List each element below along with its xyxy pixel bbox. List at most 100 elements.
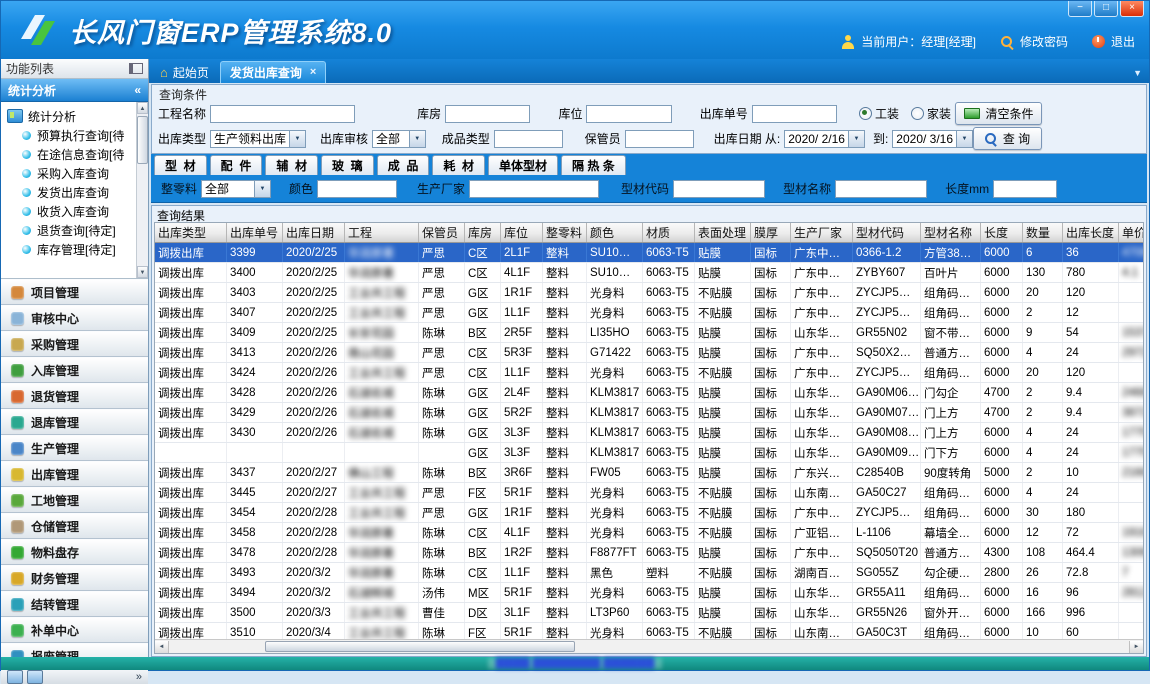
column-header[interactable]: 整零料 — [543, 223, 587, 242]
horizontal-scrollbar[interactable]: ◄ ► — [155, 639, 1143, 653]
material-tab[interactable]: 单体型材 — [488, 155, 558, 175]
search-button[interactable]: 查 询 — [973, 127, 1042, 150]
warehouse-input[interactable] — [445, 105, 530, 123]
table-row[interactable]: 调拨出库34542020/2/28工业共工程严思G区1R1F整料光身料6063-… — [155, 503, 1143, 523]
sidebar-tree-item[interactable]: 收货入库查询 — [7, 202, 134, 221]
gongzhuang-radio[interactable] — [859, 107, 872, 120]
pin-icon[interactable] — [129, 63, 143, 74]
sidebar-tree-item[interactable]: 库存管理[待定] — [7, 240, 134, 259]
sidebar-tree-item[interactable]: 发货出库查询 — [7, 183, 134, 202]
column-header[interactable]: 出库日期 — [283, 223, 345, 242]
table-row[interactable]: 调拨出库34242020/2/26工业共工程严思C区1L1F整料光身料6063-… — [155, 363, 1143, 383]
close-button[interactable]: × — [1120, 1, 1144, 17]
column-header[interactable]: 保管员 — [419, 223, 465, 242]
maximize-button[interactable]: □ — [1094, 1, 1118, 17]
scroll-up-icon[interactable]: ▲ — [137, 102, 148, 114]
table-row[interactable]: 调拨出库34582020/2/28华润原著陈琳C区4L1F整料光身料6063-T… — [155, 523, 1143, 543]
order-no-input[interactable] — [752, 105, 837, 123]
sidebar-menu-item[interactable]: 审核中心 — [1, 305, 148, 331]
table-row[interactable]: 调拨出库34282020/2/26石湖名城陈琳G区2L4F整料KLM381760… — [155, 383, 1143, 403]
sidebar-group-header[interactable]: 统计分析 « — [1, 79, 148, 102]
column-header[interactable]: 出库类型 — [155, 223, 227, 242]
sidebar-menu-item[interactable]: 补单中心 — [1, 617, 148, 643]
profile-name-input[interactable] — [835, 180, 927, 198]
sidebar-tree-item[interactable]: 在途信息查询[待 — [7, 145, 134, 164]
sidebar-menu-item[interactable]: 仓储管理 — [1, 513, 148, 539]
column-header[interactable]: 库房 — [465, 223, 501, 242]
project-name-input[interactable] — [210, 105, 355, 123]
monitor-icon[interactable] — [7, 670, 23, 684]
table-row[interactable]: 调拨出库34452020/2/27工业共工程严思F区5R1F整料光身料6063-… — [155, 483, 1143, 503]
table-row[interactable]: 调拨出库34932020/3/2华润原著陈琳C区1L1F整料黑色塑料不贴膜国标湖… — [155, 563, 1143, 583]
sidebar-tree-item[interactable]: 预算执行查询[待 — [7, 126, 134, 145]
table-row[interactable]: 调拨出库34292020/2/26石湖名城陈琳G区5R2F整料KLM381760… — [155, 403, 1143, 423]
material-tab[interactable]: 耗 材 — [432, 155, 485, 175]
table-row[interactable]: 调拨出库35002020/3/3工业共工程曹佳D区3L1F整料LT3P60606… — [155, 603, 1143, 623]
sidebar-menu-item[interactable]: 物料盘存 — [1, 539, 148, 565]
tab-list-dropdown-icon[interactable]: ▼ — [1133, 68, 1142, 78]
sidebar-menu-item[interactable]: 结转管理 — [1, 591, 148, 617]
table-row[interactable]: 调拨出库34002020/2/25华润原著严思C区4L1F整料SU10…6063… — [155, 263, 1143, 283]
scroll-left-icon[interactable]: ◄ — [155, 641, 169, 653]
material-tab[interactable]: 隔 热 条 — [561, 155, 626, 175]
column-header[interactable]: 膜厚 — [751, 223, 791, 242]
sidebar-tree-item[interactable]: 采购入库查询 — [7, 164, 134, 183]
sidebar-menu-item[interactable]: 退货管理 — [1, 383, 148, 409]
change-password-link[interactable]: 修改密码 — [1020, 33, 1068, 50]
column-header[interactable]: 出库长度 — [1063, 223, 1119, 242]
column-header[interactable]: 单价 — [1119, 223, 1143, 242]
document-tab[interactable]: 发货出库查询× — [220, 61, 326, 83]
scroll-thumb[interactable] — [265, 641, 575, 652]
minimize-button[interactable]: − — [1068, 1, 1092, 17]
length-input[interactable] — [993, 180, 1057, 198]
column-header[interactable]: 表面处理 — [695, 223, 751, 242]
column-header[interactable]: 出库单号 — [227, 223, 283, 242]
material-tab[interactable]: 配 件 — [210, 155, 263, 175]
column-header[interactable]: 库位 — [501, 223, 543, 242]
table-row[interactable]: 调拨出库34032020/2/25工业共工程严思G区1R1F整料光身料6063-… — [155, 283, 1143, 303]
tree-root-node[interactable]: 统计分析 — [7, 106, 134, 126]
column-header[interactable]: 型材名称 — [921, 223, 981, 242]
sidebar-menu-item[interactable]: 工地管理 — [1, 487, 148, 513]
table-row[interactable]: 调拨出库34942020/3/2石湖辉城汤伟M区5R1F整料光身料6063-T5… — [155, 583, 1143, 603]
table-row[interactable]: 调拨出库34302020/2/26石湖名城陈琳G区3L3F整料KLM381760… — [155, 423, 1143, 443]
jiazhuang-radio[interactable] — [911, 107, 924, 120]
product-type-input[interactable] — [494, 130, 563, 148]
tree-scrollbar[interactable]: ▲ ▼ — [136, 102, 148, 278]
scroll-right-icon[interactable]: ► — [1129, 641, 1143, 653]
date-from-picker[interactable]: 2020/ 2/16 ▼ — [784, 130, 865, 148]
column-header[interactable]: 数量 — [1023, 223, 1063, 242]
table-row[interactable]: 调拨出库33992020/2/25华润原著严思C区2L1F整料SU10…6063… — [155, 243, 1143, 263]
sidebar-menu-item[interactable]: 财务管理 — [1, 565, 148, 591]
outbound-type-select[interactable]: 生产领料出库 ▼ — [210, 130, 306, 148]
column-header[interactable]: 工程 — [345, 223, 419, 242]
column-header[interactable]: 颜色 — [587, 223, 643, 242]
column-header[interactable]: 材质 — [643, 223, 695, 242]
material-tab[interactable]: 成 品 — [377, 155, 430, 175]
sidebar-menu-item[interactable]: 退库管理 — [1, 409, 148, 435]
table-row[interactable]: 调拨出库35102020/3/4工业共工程陈琳F区5R1F整料光身料6063-T… — [155, 623, 1143, 639]
column-header[interactable]: 型材代码 — [853, 223, 921, 242]
sidebar-menu-item[interactable]: 生产管理 — [1, 435, 148, 461]
whole-piece-select[interactable]: 全部 ▼ — [201, 180, 271, 198]
table-row[interactable]: 调拨出库34092020/2/25长安花园陈琳B区2R5F整料LI35HO606… — [155, 323, 1143, 343]
table-row[interactable]: 调拨出库34372020/2/27佛山工程陈琳B区3R6F整料FW056063-… — [155, 463, 1143, 483]
more-buttons-icon[interactable]: » — [136, 671, 142, 683]
scroll-thumb[interactable] — [137, 116, 148, 164]
material-tab[interactable]: 辅 材 — [265, 155, 318, 175]
manufacturer-input[interactable] — [469, 180, 599, 198]
column-header[interactable]: 生产厂家 — [791, 223, 853, 242]
tab-close-icon[interactable]: × — [310, 67, 316, 78]
profile-code-input[interactable] — [673, 180, 765, 198]
panel-icon[interactable] — [27, 670, 43, 684]
logout-link[interactable]: 退出 — [1111, 33, 1135, 50]
sidebar-menu-item[interactable]: 入库管理 — [1, 357, 148, 383]
sidebar-menu-item[interactable]: 采购管理 — [1, 331, 148, 357]
column-header[interactable]: 长度 — [981, 223, 1023, 242]
sidebar-tree-item[interactable]: 退货查询[待定] — [7, 221, 134, 240]
table-row[interactable]: 调拨出库34782020/2/28华润原著陈琳B区1R2F整料F8877FT60… — [155, 543, 1143, 563]
sidebar-menu-item[interactable]: 出库管理 — [1, 461, 148, 487]
table-row[interactable]: G区3L3F整料KLM38176063-T5贴膜国标山东华…GA90M09…门下… — [155, 443, 1143, 463]
collapse-icon[interactable]: « — [134, 83, 141, 97]
table-row[interactable]: 调拨出库34072020/2/25工业共工程严思G区1L1F整料光身料6063-… — [155, 303, 1143, 323]
